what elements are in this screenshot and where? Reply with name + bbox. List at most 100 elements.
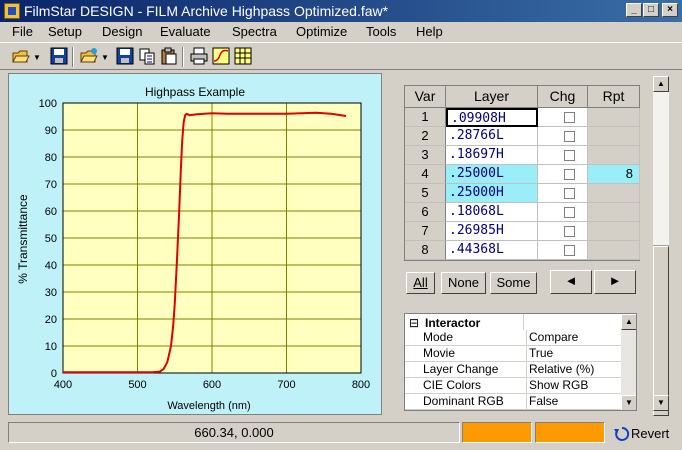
property-value[interactable]: Relative (%) [526,362,623,377]
menu-spectra[interactable]: Spectra [232,24,277,39]
open-archive-dropdown-arrow-icon[interactable]: ▼ [101,53,109,62]
row-number[interactable]: 3 [405,146,446,165]
layer-cell[interactable]: .25000H [446,184,538,203]
chg-checkbox[interactable] [564,112,575,123]
title-bar[interactable]: FilmStar DESIGN - FILM Archive Highpass … [0,0,682,22]
column-header-var[interactable]: Var [405,86,446,108]
layer-cell[interactable]: .18697H [446,146,538,165]
chg-checkbox[interactable] [564,226,575,237]
property-row[interactable]: Layer Change Relative (%) [405,362,623,378]
column-header-layer[interactable]: Layer [446,86,538,108]
main-scroll-up-arrow-icon[interactable]: ▲ [653,76,669,92]
y-tick-label: 70 [45,179,57,191]
rpt-cell[interactable] [588,184,640,203]
paste-icon[interactable] [160,47,178,65]
maximize-button[interactable]: □ [643,3,659,17]
menu-tools[interactable]: Tools [366,24,396,39]
previous-button[interactable]: ◄ [550,270,592,294]
property-value[interactable]: Show RGB [526,378,623,393]
property-row[interactable]: Mode Compare [405,330,623,346]
copy-icon[interactable] [138,47,156,65]
menu-evaluate[interactable]: Evaluate [160,24,211,39]
chg-cell[interactable] [538,127,588,146]
chg-cell[interactable] [538,146,588,165]
row-number[interactable]: 8 [405,241,446,260]
rpt-cell[interactable] [588,222,640,241]
print-icon[interactable] [190,47,208,65]
open-icon[interactable] [12,47,30,65]
chg-checkbox[interactable] [564,150,575,161]
property-value[interactable]: False [526,394,623,409]
layer-cell[interactable]: .26985H [446,222,538,241]
property-row[interactable]: CIE Colors Show RGB [405,378,623,394]
column-header-chg[interactable]: Chg [538,86,588,108]
chg-checkbox[interactable] [564,169,575,180]
revert-icon [614,426,630,441]
revert-button[interactable]: Revert [614,423,676,443]
layer-cell[interactable]: .09908H [446,108,538,127]
layer-cell[interactable]: .18068L [446,203,538,222]
menu-optimize[interactable]: Optimize [296,24,347,39]
chg-checkbox[interactable] [564,131,575,142]
rpt-cell[interactable] [588,127,640,146]
rpt-cell[interactable] [588,203,640,222]
property-row[interactable]: Dominant RGB False [405,394,623,410]
row-number[interactable]: 7 [405,222,446,241]
chg-cell[interactable] [538,203,588,222]
rpt-cell[interactable] [588,146,640,165]
menu-setup[interactable]: Setup [48,24,82,39]
chg-cell[interactable] [538,222,588,241]
chg-cell[interactable] [538,184,588,203]
main-scroll-track[interactable] [653,92,669,246]
layer-cell[interactable]: .44368L [446,241,538,260]
chg-checkbox[interactable] [564,207,575,218]
rpt-cell[interactable] [588,108,640,127]
transmittance-chart[interactable]: 400 500 600 700 800 0 10 20 30 40 50 60 70 80 90 100 Hi… [8,73,382,415]
row-number[interactable]: 4 [405,165,446,184]
layer-table[interactable]: Var Layer Chg Rpt 1.09908H 2.28766L 3.1869… [404,85,640,261]
row-number[interactable]: 5 [405,184,446,203]
open-dropdown-arrow-icon[interactable]: ▼ [33,53,41,62]
menu-file[interactable]: File [12,24,33,39]
open-icon[interactable] [80,47,98,65]
row-number[interactable]: 6 [405,203,446,222]
revert-label: Revert [631,426,670,441]
row-number[interactable]: 2 [405,127,446,146]
select-all-button[interactable]: All [406,272,435,294]
save-icon[interactable] [50,47,68,65]
close-button[interactable]: × [662,3,678,17]
property-row[interactable]: Movie True [405,346,623,362]
chg-checkbox[interactable] [564,188,575,199]
property-value[interactable]: Compare [526,330,623,345]
main-scrollbar[interactable]: ▲ ▼ [653,76,669,416]
collapse-icon[interactable]: ⊟ [409,317,419,329]
chart-icon[interactable] [212,47,230,65]
select-some-button[interactable]: Some [490,272,537,294]
menu-bar: File Setup Design Evaluate Spectra Optim… [0,22,682,42]
layer-cell[interactable]: .28766L [446,127,538,146]
interactor-property-grid[interactable]: ⊟ Interactor Mode Compare Movie True Layer C… [404,313,637,411]
save-icon[interactable] [116,47,134,65]
chg-checkbox[interactable] [564,245,575,256]
row-number[interactable]: 1 [405,108,446,127]
rpt-cell[interactable]: 8 [588,165,640,184]
layer-cell[interactable]: .25000L [446,165,538,184]
app-icon[interactable] [4,3,20,19]
property-grid-scrollbar[interactable]: ▲ ▼ [621,314,636,410]
menu-help[interactable]: Help [416,24,443,39]
column-header-rpt[interactable]: Rpt [588,86,640,108]
table-icon[interactable] [234,47,252,65]
main-scroll-thumb[interactable] [653,246,669,416]
select-none-button[interactable]: None [441,272,486,294]
menu-design[interactable]: Design [102,24,142,39]
chg-cell[interactable] [538,165,588,184]
property-value[interactable]: True [526,346,623,361]
minimize-button[interactable]: _ [626,3,642,17]
next-button[interactable]: ► [594,270,636,294]
scroll-down-arrow-icon[interactable]: ▼ [621,395,636,410]
scroll-up-arrow-icon[interactable]: ▲ [621,314,636,330]
rpt-cell[interactable] [588,241,640,260]
chg-cell[interactable] [538,108,588,127]
main-scroll-down-arrow-icon[interactable]: ▼ [653,395,669,411]
chg-cell[interactable] [538,241,588,260]
